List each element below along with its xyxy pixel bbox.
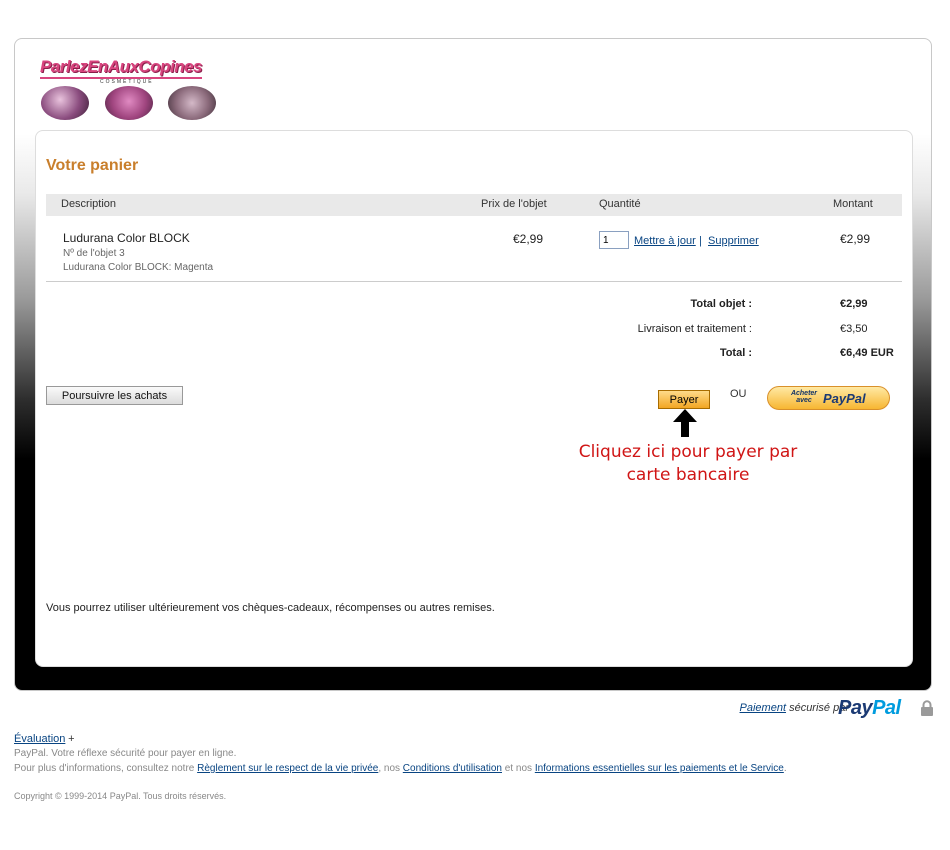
footer-info-mid1: , nos	[378, 763, 403, 774]
items-total-value: €2,99	[840, 298, 868, 310]
item-price: €2,99	[513, 232, 544, 246]
terms-link[interactable]: Conditions d'utilisation	[403, 763, 502, 774]
shipping-value: €3,50	[840, 323, 868, 335]
evaluation-row: Évaluation +	[14, 733, 75, 745]
nail-image-3	[168, 86, 216, 120]
total-value: €6,49 EUR	[840, 347, 894, 359]
row-divider	[46, 281, 902, 282]
remove-link[interactable]: Supprimer	[708, 235, 759, 247]
item-option: Ludurana Color BLOCK: Magenta	[63, 262, 214, 273]
arrow-up-icon	[673, 409, 697, 437]
cart-title: Votre panier	[46, 157, 139, 174]
column-quantity: Quantité	[599, 198, 641, 210]
footer-info-mid2: et nos	[502, 763, 535, 774]
footer-info-prefix: Pour plus d'informations, consultez notr…	[14, 763, 198, 774]
pay-button[interactable]: Payer	[658, 390, 710, 409]
shop-logo-subtitle: COSMÉTIQUE	[100, 79, 154, 85]
quantity-input[interactable]	[599, 231, 629, 249]
pay-by-card-annotation: Cliquez ici pour payer par carte bancair…	[568, 441, 808, 487]
privacy-policy-link[interactable]: Règlement sur le respect de la vie privé…	[197, 763, 378, 774]
paypal-logo-pay: Pay	[838, 697, 873, 719]
item-amount: €2,99	[840, 232, 871, 246]
shipping-label: Livraison et traitement :	[637, 323, 752, 335]
shop-logo-text: ParlezEnAuxCopines	[40, 58, 203, 79]
secure-payment-text: Paiement sécurisé par	[740, 702, 849, 714]
update-link[interactable]: Mettre à jour	[634, 235, 696, 247]
nail-image-2	[105, 86, 153, 120]
payment-link[interactable]: Paiement	[740, 702, 786, 714]
lock-icon	[921, 700, 933, 716]
paypal-checkout-button[interactable]: Acheter avec PayPal	[767, 386, 890, 410]
nail-image-1	[41, 86, 89, 120]
column-description: Description	[61, 198, 117, 210]
footer-info: Pour plus d'informations, consultez notr…	[14, 763, 787, 774]
footer-tagline: PayPal. Votre réflexe sécurité pour paye…	[14, 748, 237, 759]
item-number: Nº de l'objet 3	[63, 248, 125, 259]
link-separator: |	[699, 235, 702, 247]
plus-icon[interactable]: +	[68, 733, 74, 745]
items-total-label: Total objet :	[690, 298, 752, 310]
annotation-line-2: carte bancaire	[626, 465, 750, 485]
cart-table-header	[46, 194, 902, 216]
annotation-line-1: Cliquez ici pour payer par	[578, 442, 798, 462]
payment-info-link[interactable]: Informations essentielles sur les paieme…	[535, 763, 784, 774]
column-amount: Montant	[833, 198, 873, 210]
or-label: OU	[730, 388, 747, 400]
paypal-logo: PayPal	[838, 697, 901, 720]
shop-logo: ParlezEnAuxCopines COSMÉTIQUE	[40, 58, 222, 122]
item-name: Ludurana Color BLOCK	[63, 231, 190, 245]
gift-card-note: Vous pourrez utiliser ultérieurement vos…	[46, 602, 495, 614]
copyright: Copyright © 1999-2014 PayPal. Tous droit…	[14, 791, 227, 801]
paypal-button-logo: PayPal	[823, 391, 866, 406]
column-price: Prix de l'objet	[481, 198, 547, 210]
evaluation-link[interactable]: Évaluation	[14, 733, 65, 745]
total-label: Total :	[719, 347, 752, 359]
paypal-logo-pal: Pal	[872, 697, 901, 719]
continue-shopping-button[interactable]: Poursuivre les achats	[46, 386, 183, 405]
footer-info-end: .	[783, 763, 787, 774]
paypal-button-caption: Acheter avec	[790, 390, 818, 404]
